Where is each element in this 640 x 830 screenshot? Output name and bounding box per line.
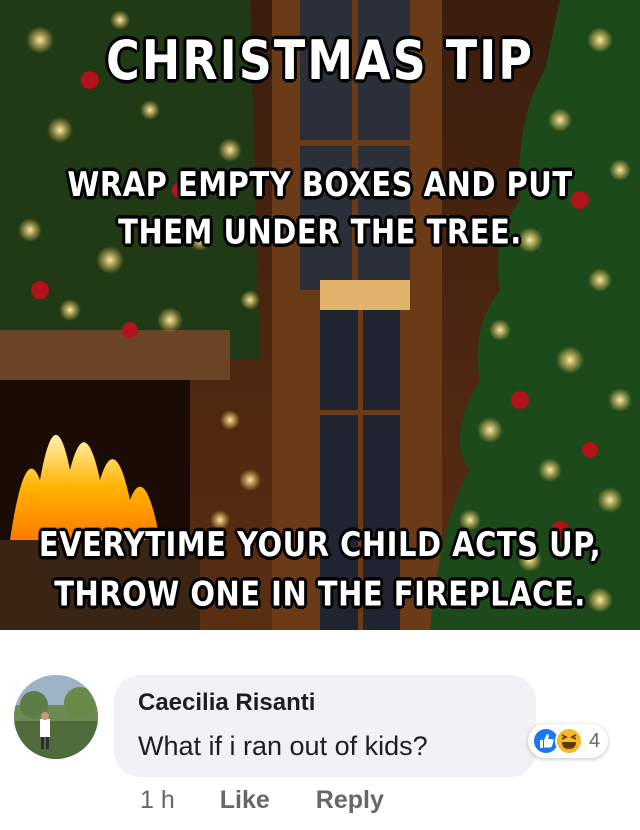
comment-actions: 1 h Like Reply — [140, 786, 430, 815]
comment-timestamp[interactable]: 1 h — [140, 786, 175, 815]
meme-bottom-line: THROW ONE IN THE FIREPLACE. — [54, 573, 586, 614]
reaction-count: 4 — [589, 729, 601, 752]
meme-image[interactable]: CHRISTMAS TIP WRAP EMPTY BOXES AND PUT T… — [0, 0, 640, 630]
reply-button[interactable]: Reply — [316, 786, 384, 815]
meme-top-line: THEM UNDER THE TREE. — [118, 211, 522, 252]
comment-section: Caecilia Risanti What if i ran out of ki… — [0, 630, 640, 830]
meme-top-text: WRAP EMPTY BOXES AND PUT THEM UNDER THE … — [0, 161, 640, 255]
avatar-photo — [14, 675, 98, 759]
like-button[interactable]: Like — [220, 786, 270, 815]
comment-author[interactable]: Caecilia Risanti — [138, 689, 315, 717]
meme-bottom-text: EVERYTIME YOUR CHILD ACTS UP, THROW ONE … — [0, 519, 640, 618]
haha-icon — [555, 727, 583, 755]
meme-bottom-line: EVERYTIME YOUR CHILD ACTS UP, — [38, 524, 602, 565]
meme-title: CHRISTMAS TIP — [105, 28, 535, 92]
comment-text: What if i ran out of kids? — [138, 731, 428, 761]
avatar[interactable] — [14, 675, 98, 759]
reactions-badge[interactable]: 4 — [528, 724, 609, 758]
comment-bubble: Caecilia Risanti What if i ran out of ki… — [114, 675, 536, 777]
meme-top-line: WRAP EMPTY BOXES AND PUT — [67, 164, 573, 205]
